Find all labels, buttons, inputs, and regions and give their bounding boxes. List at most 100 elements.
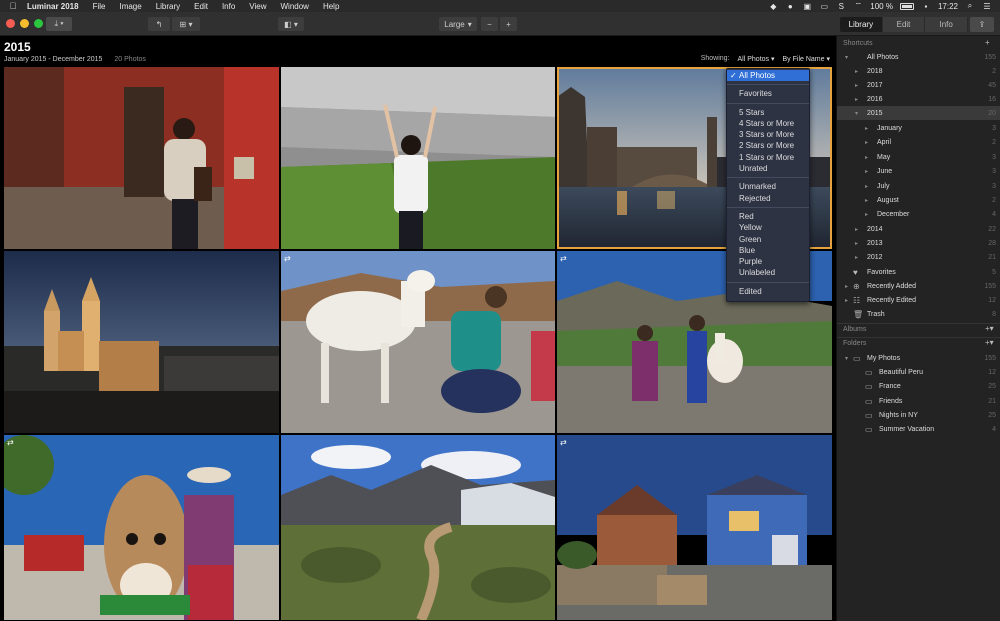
close-window-button[interactable] [6,19,15,28]
sidebar-item-2016[interactable]: ▸ 2016 16 [837,92,1000,106]
chevron-down-icon[interactable]: ▾ [845,54,848,61]
photo-thumbnail-woman-white-shirt[interactable] [281,67,555,249]
add-shortcut-button[interactable]: + [985,38,990,47]
photo-thumbnail-woman-red-wall[interactable] [4,67,279,249]
sidebar-item-may[interactable]: ▸ May 3 [837,150,1000,164]
chevron-right-icon[interactable]: ▸ [855,240,858,247]
menu-image[interactable]: Image [112,2,148,11]
sidebar-item-folder-nights-in-ny[interactable]: ▭ Nights in NY 25 [837,408,1000,422]
chevron-right-icon[interactable]: ▸ [865,168,868,175]
filter-option-red[interactable]: Red [727,211,809,222]
filter-option-2-stars[interactable]: 2 Stars or More [727,140,809,151]
sidebar-item-2012[interactable]: ▸ 2012 21 [837,250,1000,264]
photo-thumbnail-alpaca-woman[interactable]: ⇄ [281,251,555,433]
flag-icon[interactable]: ▪ [921,2,931,11]
sidebar-item-my-photos[interactable]: ▾ ▭ My Photos 155 [837,351,1000,365]
menu-file[interactable]: File [86,2,113,11]
filter-option-green[interactable]: Green [727,234,809,245]
sidebar-item-august[interactable]: ▸ August 2 [837,193,1000,207]
filter-option-4-stars[interactable]: 4 Stars or More [727,118,809,129]
apple-menu-icon[interactable]:  [6,1,20,11]
sidebar-item-2015[interactable]: ▾ 2015 20 [837,106,1000,120]
fullscreen-window-button[interactable] [34,19,43,28]
sidebar-item-folder-france[interactable]: ▭ France 25 [837,379,1000,393]
add-album-button[interactable]: +▾ [985,324,994,333]
battery-icon[interactable] [899,2,914,10]
filter-option-purple[interactable]: Purple [727,256,809,267]
photo-thumbnail-mountain-trail[interactable] [281,435,555,620]
filter-option-unmarked[interactable]: Unmarked [727,181,809,192]
chevron-right-icon[interactable]: ▸ [855,68,858,75]
filter-option-all-photos[interactable]: ✓ All Photos [727,70,809,82]
history-button[interactable]: ⊞ ▾ [172,17,200,31]
undo-button[interactable]: ↰ [148,17,170,31]
filter-option-blue[interactable]: Blue [727,245,809,256]
chevron-right-icon[interactable]: ▸ [865,125,868,132]
sidebar-item-2014[interactable]: ▸ 2014 22 [837,222,1000,236]
sidebar-item-recently-edited[interactable]: ▸ ☷ Recently Edited 12 [837,293,1000,307]
sidebar-item-recently-added[interactable]: ▸ ⊕ Recently Added 155 [837,279,1000,293]
photo-thumbnail-alpaca-closeup[interactable]: ⇄ [4,435,279,620]
chevron-right-icon[interactable]: ▸ [865,197,868,204]
wifi-icon[interactable]: ⌔ [853,1,863,10]
sidebar-item-folder-friends[interactable]: ▭ Friends 21 [837,394,1000,408]
menu-info[interactable]: Info [215,2,242,11]
sidebar-item-2017[interactable]: ▸ 2017 45 [837,78,1000,92]
search-icon[interactable]: ⌕ [965,1,975,10]
add-folder-button[interactable]: +▾ [985,338,994,347]
sidebar-item-folder-beautiful-peru[interactable]: ▭ Beautiful Peru 12 [837,365,1000,379]
filter-option-rejected[interactable]: Rejected [727,193,809,204]
menu-library[interactable]: Library [149,2,187,11]
skype-icon[interactable]: S [836,2,846,11]
filter-option-1-star[interactable]: 1 Stars or More [727,152,809,163]
filter-option-unrated[interactable]: Unrated [727,163,809,174]
clock[interactable]: 17:22 [938,2,958,11]
calendar-icon[interactable]: ▣ [802,2,812,11]
zoom-in-button[interactable]: + [500,17,517,31]
minimize-window-button[interactable] [20,19,29,28]
share-button[interactable]: ⇪ [970,17,994,32]
app-menu[interactable]: Luminar 2018 [20,2,86,11]
sidebar-item-april[interactable]: ▸ April 2 [837,135,1000,149]
tab-edit[interactable]: Edit [883,17,926,32]
chevron-right-icon[interactable]: ▸ [865,139,868,146]
filter-option-3-stars[interactable]: 3 Stars or More [727,129,809,140]
sidebar-item-trash[interactable]: 🗑 Trash 8 [837,307,1000,321]
chevron-right-icon[interactable]: ▸ [865,183,868,190]
sidebar-item-2013[interactable]: ▸ 2013 28 [837,236,1000,250]
filter-option-5-stars[interactable]: 5 Stars [727,107,809,118]
sidebar-item-2018[interactable]: ▸ 2018 2 [837,64,1000,78]
chevron-down-icon[interactable]: ▾ [845,355,848,362]
sidebar-item-july[interactable]: ▸ July 3 [837,179,1000,193]
chevron-right-icon[interactable]: ▸ [855,82,858,89]
chevron-right-icon[interactable]: ▸ [845,283,848,290]
menu-help[interactable]: Help [316,2,346,11]
filter-option-edited[interactable]: Edited [727,286,809,297]
filter-option-yellow[interactable]: Yellow [727,222,809,233]
filter-option-favorites[interactable]: Favorites [727,88,809,99]
filter-dropdown[interactable]: All Photos ▾ [738,55,775,63]
sidebar-item-folder-summer-vacation[interactable]: ▭ Summer Vacation 4 [837,422,1000,436]
dropbox-icon[interactable]: ◆ [768,2,778,11]
chevron-right-icon[interactable]: ▸ [855,254,858,261]
chevron-down-icon[interactable]: ▾ [855,110,858,117]
evernote-icon[interactable]: ● [785,2,795,11]
sidebar-toggle-button[interactable]: ◧ ▾ [278,17,304,31]
chevron-right-icon[interactable]: ▸ [855,226,858,233]
tab-info[interactable]: Info [925,17,968,32]
menu-window[interactable]: Window [274,2,316,11]
sidebar-item-all-photos[interactable]: ▾ All Photos 155 [837,50,1000,64]
photo-thumbnail-colorful-houses[interactable]: ⇄ [557,435,832,620]
chevron-right-icon[interactable]: ▸ [855,96,858,103]
tab-library[interactable]: Library [840,17,883,32]
zoom-out-button[interactable]: − [481,17,498,31]
sort-dropdown[interactable]: By File Name ▾ [783,55,830,63]
photo-thumbnail-cathedral-night[interactable] [4,251,279,433]
chevron-right-icon[interactable]: ▸ [865,154,868,161]
zoom-size-dropdown[interactable]: Large ▾ [439,17,477,31]
filter-option-unlabeled[interactable]: Unlabeled [727,267,809,278]
chevron-right-icon[interactable]: ▸ [865,211,868,218]
menu-view[interactable]: View [242,2,273,11]
sidebar-item-december[interactable]: ▸ December 4 [837,207,1000,221]
sidebar-item-june[interactable]: ▸ June 3 [837,164,1000,178]
